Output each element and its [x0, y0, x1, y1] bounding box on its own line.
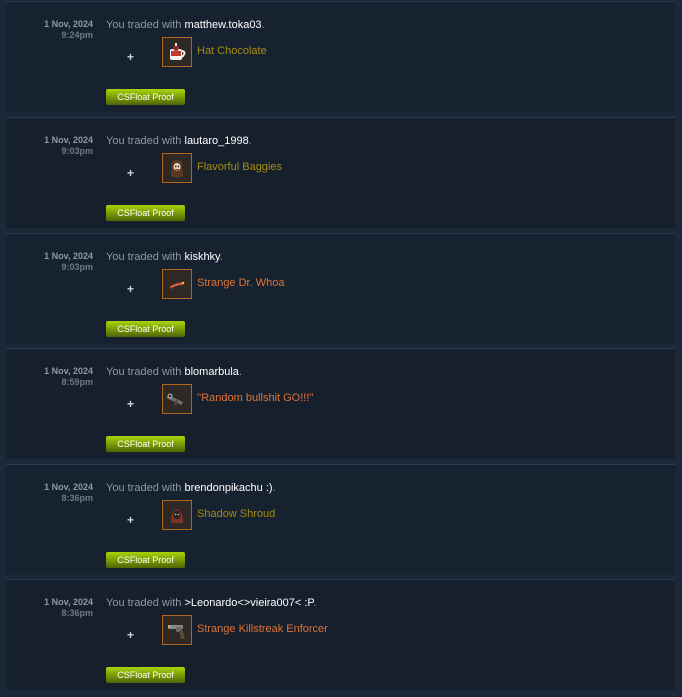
- trade-prefix: You traded with: [106, 19, 182, 31]
- trade-row: 1 Nov, 2024 8:36pm You traded with >Leon…: [6, 579, 675, 690]
- csfloat-proof-button[interactable]: CSFloat Proof: [106, 436, 185, 452]
- item-icon[interactable]: [162, 269, 192, 299]
- trade-suffix: .: [238, 366, 242, 378]
- csfloat-proof-button[interactable]: CSFloat Proof: [106, 205, 185, 221]
- trade-time: 8:36pm: [61, 493, 93, 503]
- item-name[interactable]: Strange Killstreak Enforcer: [197, 623, 328, 635]
- plus-icon: +: [127, 50, 135, 64]
- csfloat-proof-button[interactable]: CSFloat Proof: [106, 89, 185, 105]
- trade-prefix: You traded with: [106, 366, 182, 378]
- trade-date: 1 Nov, 2024: [44, 135, 93, 145]
- trade-date: 1 Nov, 2024: [44, 597, 93, 607]
- trade-prefix: You traded with: [106, 597, 182, 609]
- trade-prefix: You traded with: [106, 251, 182, 263]
- trade-description: You traded with >Leonardo<>vieira007< :P…: [106, 597, 316, 609]
- trade-description: You traded with brendonpikachu :).: [106, 482, 276, 494]
- trade-time: 9:03pm: [61, 262, 93, 272]
- trade-row: 1 Nov, 2024 8:59pm You traded with bloma…: [6, 348, 675, 459]
- item-icon[interactable]: [162, 500, 192, 530]
- trade-description: You traded with blomarbula.: [106, 366, 242, 378]
- trade-description: You traded with lautaro_1998.: [106, 135, 252, 147]
- trade-date: 1 Nov, 2024: [44, 19, 93, 29]
- trade-suffix: .: [261, 19, 265, 31]
- item-name[interactable]: ''Random bullshit GO!!!'': [197, 392, 314, 404]
- trade-suffix: .: [313, 597, 317, 609]
- trade-row: 1 Nov, 2024 9:03pm You traded with lauta…: [6, 117, 675, 228]
- item-icon[interactable]: [162, 153, 192, 183]
- trade-partner-link[interactable]: lautaro_1998: [185, 135, 249, 147]
- flavorful-baggies-icon: [171, 160, 183, 178]
- plus-icon: +: [127, 282, 135, 296]
- trade-time: 8:59pm: [61, 377, 93, 387]
- enforcer-revolver-icon: [168, 625, 185, 639]
- trade-date: 1 Nov, 2024: [44, 366, 93, 376]
- trade-partner-link[interactable]: >Leonardo<>vieira007< :P: [185, 597, 314, 609]
- plus-icon: +: [127, 166, 135, 180]
- trade-suffix: .: [248, 135, 252, 147]
- item-name[interactable]: Strange Dr. Whoa: [197, 277, 284, 289]
- trade-description: You traded with kiskhky.: [106, 251, 223, 263]
- hat-chocolate-icon: [170, 43, 186, 60]
- trade-row: 1 Nov, 2024 9:24pm You traded with matth…: [6, 1, 675, 112]
- rocket-launcher-icon: [166, 393, 183, 406]
- trade-time: 8:36pm: [61, 608, 93, 618]
- plus-icon: +: [127, 628, 135, 642]
- item-name[interactable]: Hat Chocolate: [197, 45, 267, 57]
- item-name[interactable]: Flavorful Baggies: [197, 161, 282, 173]
- trade-timestamp: 1 Nov, 2024 9:24pm: [6, 19, 93, 41]
- csfloat-proof-button[interactable]: CSFloat Proof: [106, 667, 185, 683]
- dr-whoa-icon: [169, 281, 185, 289]
- plus-icon: +: [127, 513, 135, 527]
- trade-description: You traded with matthew.toka03.: [106, 19, 265, 31]
- item-icon[interactable]: [162, 37, 192, 67]
- item-icon[interactable]: [162, 384, 192, 414]
- shadow-shroud-icon: [170, 509, 184, 523]
- csfloat-proof-button[interactable]: CSFloat Proof: [106, 552, 185, 568]
- trade-history-list: 1 Nov, 2024 9:24pm You traded with matth…: [0, 0, 682, 697]
- trade-time: 9:24pm: [61, 30, 93, 40]
- item-icon[interactable]: [162, 615, 192, 645]
- trade-prefix: You traded with: [106, 482, 182, 494]
- trade-date: 1 Nov, 2024: [44, 251, 93, 261]
- plus-icon: +: [127, 397, 135, 411]
- item-name[interactable]: Shadow Shroud: [197, 508, 275, 520]
- trade-row: 1 Nov, 2024 9:03pm You traded with kiskh…: [6, 233, 675, 344]
- trade-row: 1 Nov, 2024 8:36pm You traded with brend…: [6, 464, 675, 575]
- trade-timestamp: 1 Nov, 2024 8:36pm: [6, 597, 93, 619]
- trade-timestamp: 1 Nov, 2024 8:36pm: [6, 482, 93, 504]
- trade-partner-link[interactable]: matthew.toka03: [185, 19, 262, 31]
- trade-timestamp: 1 Nov, 2024 9:03pm: [6, 251, 93, 273]
- trade-partner-link[interactable]: kiskhky: [185, 251, 220, 263]
- trade-date: 1 Nov, 2024: [44, 482, 93, 492]
- trade-partner-link[interactable]: blomarbula: [185, 366, 239, 378]
- trade-suffix: .: [272, 482, 276, 494]
- csfloat-proof-button[interactable]: CSFloat Proof: [106, 321, 185, 337]
- trade-time: 9:03pm: [61, 146, 93, 156]
- trade-suffix: .: [219, 251, 223, 263]
- trade-partner-link[interactable]: brendonpikachu :): [185, 482, 273, 494]
- trade-prefix: You traded with: [106, 135, 182, 147]
- trade-timestamp: 1 Nov, 2024 9:03pm: [6, 135, 93, 157]
- trade-timestamp: 1 Nov, 2024 8:59pm: [6, 366, 93, 388]
